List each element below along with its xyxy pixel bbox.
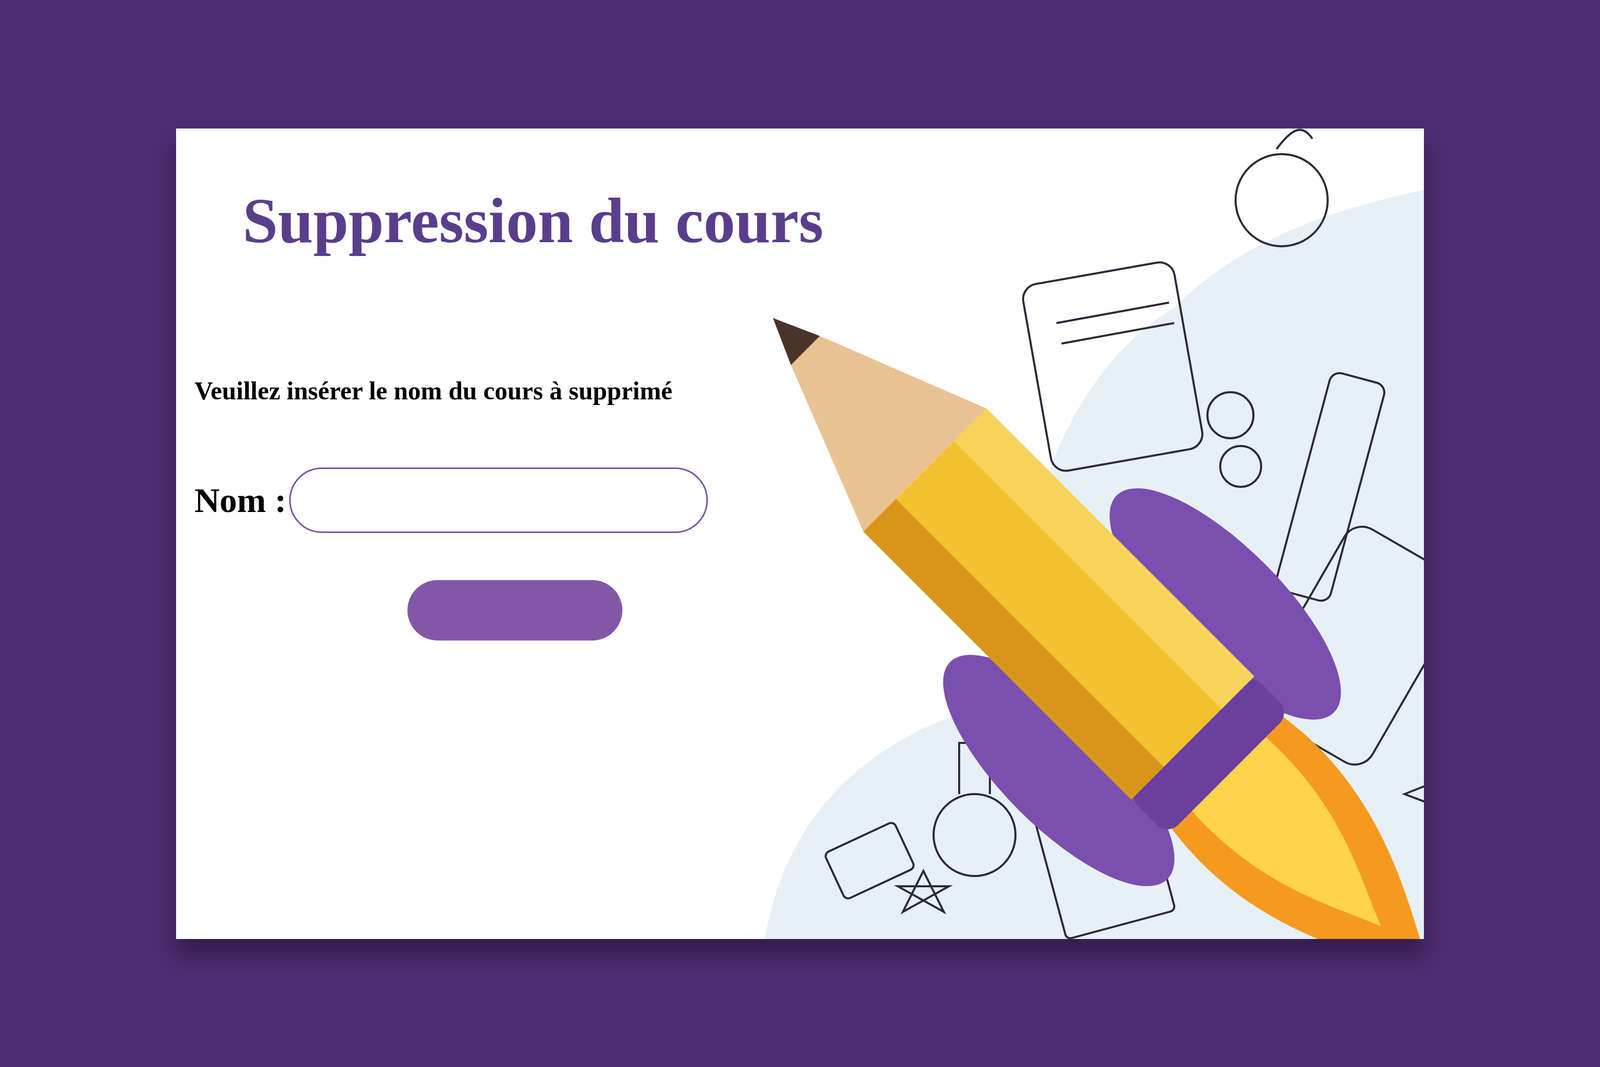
name-input[interactable]	[289, 467, 708, 533]
card: Suppression du cours Veuillez insérer le …	[176, 128, 1424, 939]
name-field-row: Nom :	[194, 467, 821, 533]
name-label: Nom :	[194, 473, 287, 527]
button-row	[194, 579, 821, 641]
form-panel: Suppression du cours Veuillez insérer le …	[176, 128, 821, 641]
page-title: Suppression du cours	[194, 184, 821, 258]
submit-button[interactable]	[407, 579, 623, 641]
instruction-text: Veuillez insérer le nom du cours à suppr…	[194, 375, 821, 406]
page-background: Suppression du cours Veuillez insérer le …	[0, 0, 1600, 1067]
